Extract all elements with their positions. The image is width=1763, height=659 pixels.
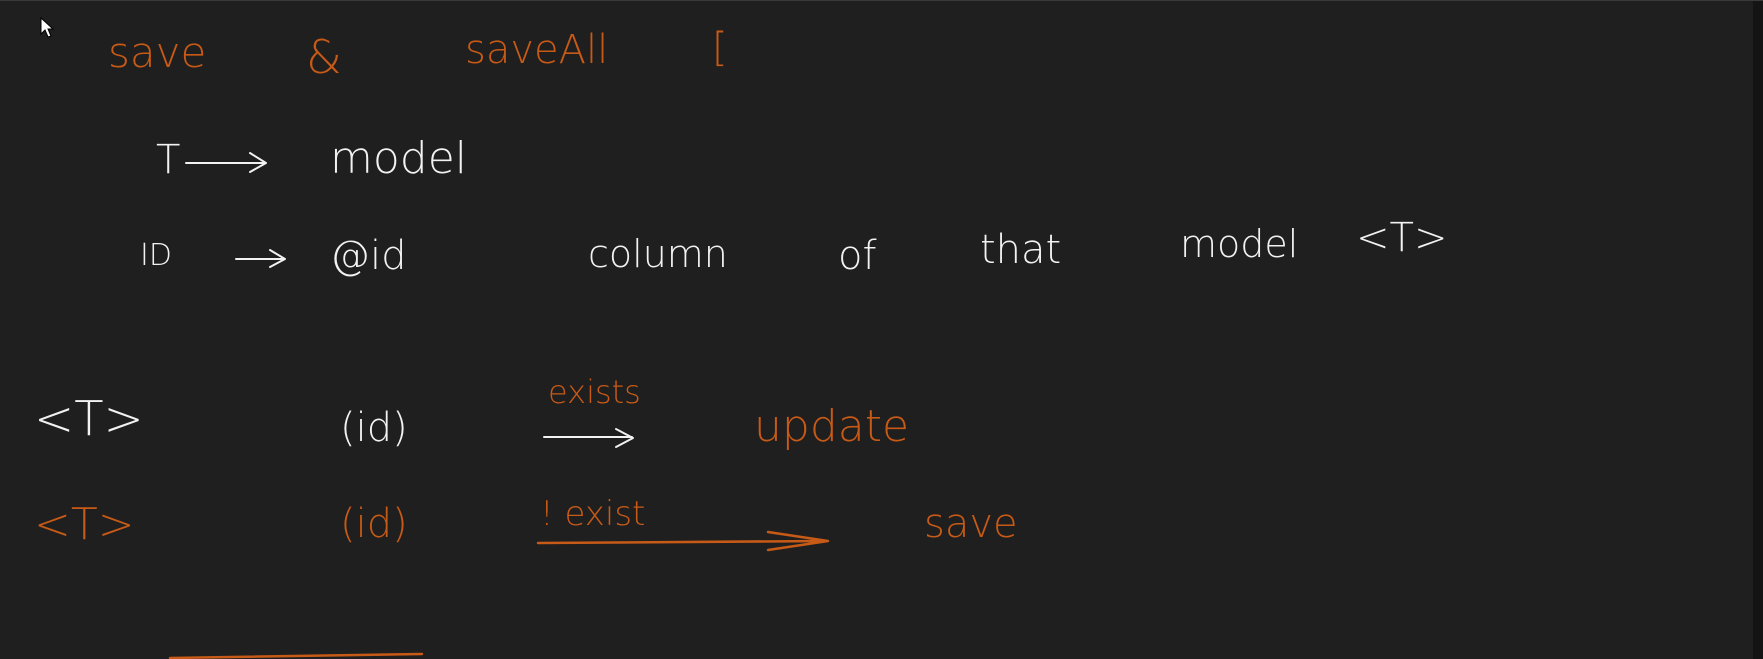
note-column: column [588, 232, 728, 276]
note-ampersand: & [306, 30, 342, 84]
note-model-2: model [1180, 222, 1298, 266]
note-not-exist: ! exist [540, 494, 645, 534]
note-t-generic-1: <T> [1356, 215, 1447, 261]
note-t-generic-3: <T> [34, 499, 135, 550]
whiteboard-canvas[interactable]: save & saveAll [ T model ID @id column o… [0, 0, 1763, 659]
note-saveall: saveAll [465, 27, 608, 73]
note-that: that [980, 227, 1061, 273]
note-model: model [330, 133, 467, 184]
note-t-generic-2: <T> [34, 391, 144, 447]
note-id-paren-2: (id) [340, 501, 408, 547]
note-save-2: save [924, 501, 1018, 547]
mouse-pointer-icon [40, 17, 54, 38]
note-open-bracket: [ [712, 25, 728, 71]
note-at-id: @id [330, 233, 407, 279]
handwritten-notes: save & saveAll [ T model ID @id column o… [34, 25, 1447, 659]
note-id-paren-1: (id) [340, 405, 408, 451]
arrow-not-exist [536, 530, 830, 552]
arrow-t-to-model [185, 152, 267, 173]
arrow-exists [543, 428, 634, 448]
note-t: T [156, 137, 180, 183]
note-exists: exists [548, 373, 641, 411]
note-of: of [838, 233, 877, 279]
bottom-underline-stroke [168, 652, 424, 659]
arrow-id-to-at-id [235, 249, 286, 268]
note-save: save [108, 28, 206, 77]
note-id-upper: ID [140, 238, 172, 273]
note-update: update [754, 401, 909, 452]
